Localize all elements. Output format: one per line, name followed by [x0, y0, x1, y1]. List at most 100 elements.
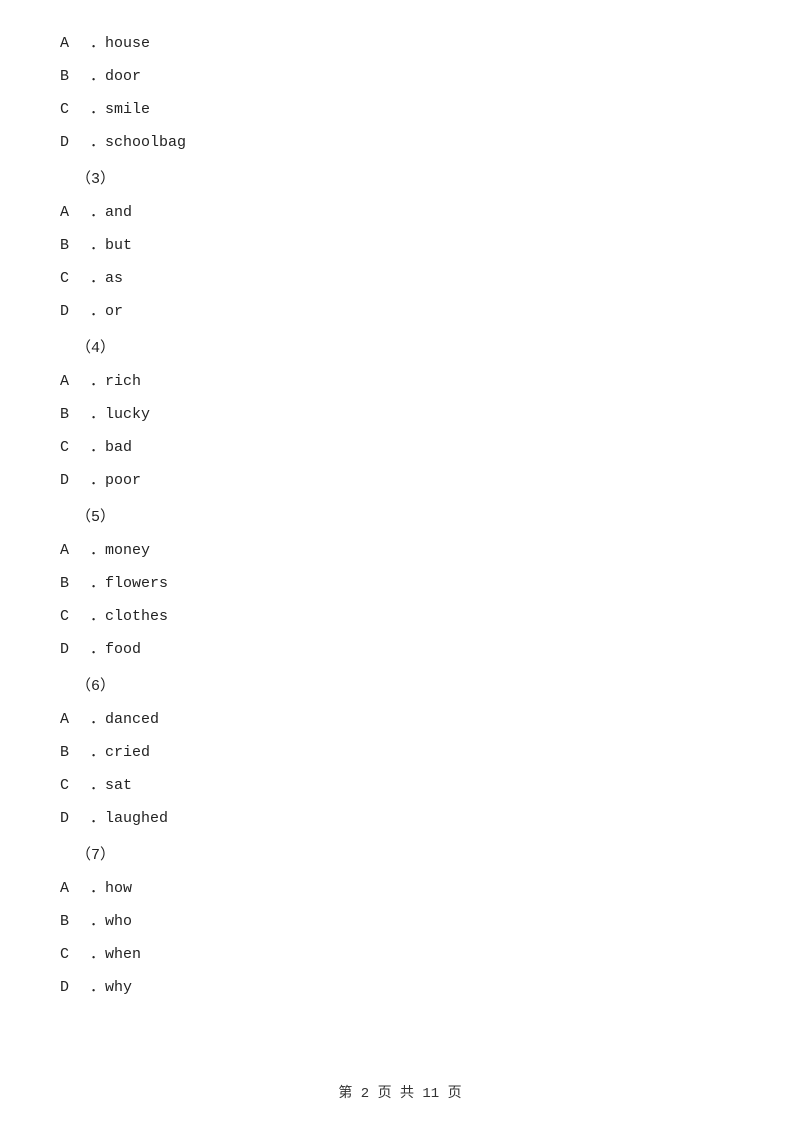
option-line: A．house	[60, 30, 740, 57]
footer-text: 第 2 页 共 11 页	[338, 1086, 461, 1102]
option-text: bad	[105, 434, 132, 461]
option-dot: ．	[90, 706, 105, 733]
option-letter: C	[60, 941, 90, 968]
option-text: how	[105, 875, 132, 902]
section-label-4: （5）	[76, 504, 740, 531]
page-footer: 第 2 页 共 11 页	[0, 1082, 800, 1102]
option-letter: C	[60, 603, 90, 630]
option-line: A．rich	[60, 368, 740, 395]
option-dot: ．	[90, 908, 105, 935]
option-letter: A	[60, 30, 90, 57]
option-dot: ．	[90, 129, 105, 156]
section-label-6: （7）	[76, 842, 740, 869]
option-line: B．lucky	[60, 401, 740, 428]
option-dot: ．	[90, 368, 105, 395]
option-text: cried	[105, 739, 150, 766]
option-letter: B	[60, 401, 90, 428]
option-line: C．clothes	[60, 603, 740, 630]
option-line: A．and	[60, 199, 740, 226]
option-text: door	[105, 63, 141, 90]
option-line: A．money	[60, 537, 740, 564]
option-letter: D	[60, 805, 90, 832]
option-dot: ．	[90, 434, 105, 461]
option-dot: ．	[90, 570, 105, 597]
option-letter: C	[60, 434, 90, 461]
option-text: why	[105, 974, 132, 1001]
option-text: money	[105, 537, 150, 564]
option-text: when	[105, 941, 141, 968]
option-dot: ．	[90, 805, 105, 832]
option-text: poor	[105, 467, 141, 494]
option-text: clothes	[105, 603, 168, 630]
option-letter: A	[60, 706, 90, 733]
option-text: or	[105, 298, 123, 325]
option-letter: D	[60, 974, 90, 1001]
option-dot: ．	[90, 401, 105, 428]
option-dot: ．	[90, 96, 105, 123]
option-dot: ．	[90, 298, 105, 325]
option-letter: A	[60, 368, 90, 395]
option-dot: ．	[90, 467, 105, 494]
option-text: lucky	[105, 401, 150, 428]
option-line: C．as	[60, 265, 740, 292]
option-line: B．cried	[60, 739, 740, 766]
option-text: and	[105, 199, 132, 226]
option-line: B．flowers	[60, 570, 740, 597]
option-line: D．why	[60, 974, 740, 1001]
option-line: D．or	[60, 298, 740, 325]
option-text: flowers	[105, 570, 168, 597]
option-text: as	[105, 265, 123, 292]
option-letter: C	[60, 265, 90, 292]
section-label-3: （4）	[76, 335, 740, 362]
option-letter: B	[60, 908, 90, 935]
main-content: A．houseB．doorC．smileD．schoolbag（3）A．andB…	[0, 0, 800, 1067]
option-dot: ．	[90, 772, 105, 799]
option-letter: B	[60, 232, 90, 259]
option-line: B．door	[60, 63, 740, 90]
option-text: who	[105, 908, 132, 935]
option-line: D．poor	[60, 467, 740, 494]
option-letter: B	[60, 739, 90, 766]
option-text: rich	[105, 368, 141, 395]
option-letter: A	[60, 875, 90, 902]
option-line: D．schoolbag	[60, 129, 740, 156]
section-label-2: （3）	[76, 166, 740, 193]
option-text: danced	[105, 706, 159, 733]
section-label-5: （6）	[76, 673, 740, 700]
option-letter: C	[60, 772, 90, 799]
option-text: food	[105, 636, 141, 663]
option-dot: ．	[90, 537, 105, 564]
option-dot: ．	[90, 30, 105, 57]
option-dot: ．	[90, 941, 105, 968]
option-line: B．but	[60, 232, 740, 259]
option-text: sat	[105, 772, 132, 799]
option-letter: A	[60, 199, 90, 226]
option-line: D．food	[60, 636, 740, 663]
option-letter: D	[60, 636, 90, 663]
option-dot: ．	[90, 603, 105, 630]
option-letter: C	[60, 96, 90, 123]
option-line: D．laughed	[60, 805, 740, 832]
option-line: B．who	[60, 908, 740, 935]
option-dot: ．	[90, 739, 105, 766]
option-dot: ．	[90, 974, 105, 1001]
option-text: schoolbag	[105, 129, 186, 156]
option-line: A．danced	[60, 706, 740, 733]
option-letter: A	[60, 537, 90, 564]
option-text: house	[105, 30, 150, 57]
option-letter: D	[60, 129, 90, 156]
option-dot: ．	[90, 636, 105, 663]
option-line: C．smile	[60, 96, 740, 123]
option-letter: D	[60, 298, 90, 325]
option-text: but	[105, 232, 132, 259]
option-dot: ．	[90, 63, 105, 90]
option-letter: D	[60, 467, 90, 494]
option-text: laughed	[105, 805, 168, 832]
option-line: A．how	[60, 875, 740, 902]
option-line: C．sat	[60, 772, 740, 799]
option-dot: ．	[90, 232, 105, 259]
option-letter: B	[60, 63, 90, 90]
option-dot: ．	[90, 265, 105, 292]
option-letter: B	[60, 570, 90, 597]
option-line: C．bad	[60, 434, 740, 461]
